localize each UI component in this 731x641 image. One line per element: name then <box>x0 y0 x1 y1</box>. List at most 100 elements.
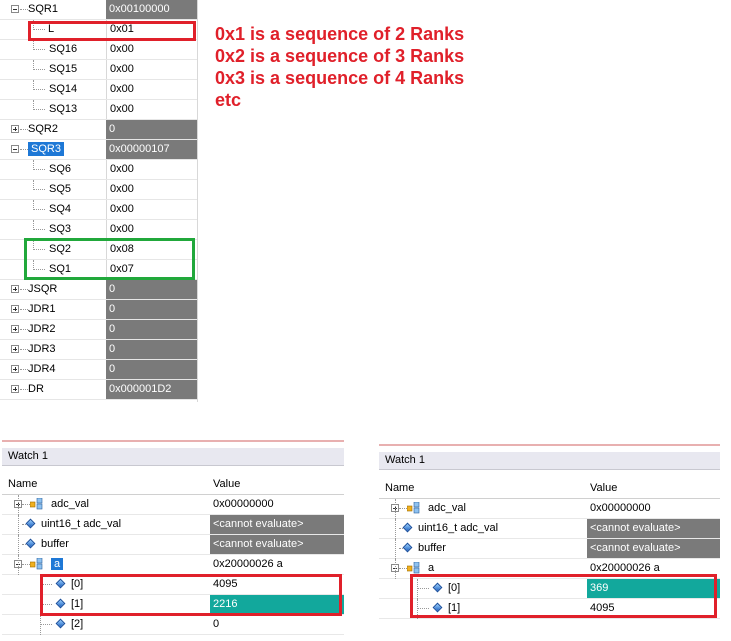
register-value[interactable]: 0 <box>106 280 197 299</box>
register-value[interactable]: 0x00 <box>106 40 197 59</box>
watch-value[interactable]: <cannot evaluate> <box>210 515 344 534</box>
watch-value[interactable]: <cannot evaluate> <box>587 539 720 558</box>
register-value[interactable]: 0x00 <box>106 100 197 119</box>
expand-icon[interactable] <box>11 285 19 293</box>
column-header[interactable]: Name Value <box>379 478 720 499</box>
watch-row[interactable]: buffer <cannot evaluate> <box>379 539 720 559</box>
register-row[interactable]: JDR3 0 <box>0 340 197 360</box>
register-value[interactable]: 0x000001D2 <box>106 380 197 399</box>
register-row[interactable]: SQ3 0x00 <box>0 220 197 240</box>
watch-value[interactable]: 0x00000000 <box>210 495 344 514</box>
watch-row[interactable]: uint16_t adc_val <cannot evaluate> <box>379 519 720 539</box>
register-row[interactable]: SQ14 0x00 <box>0 80 197 100</box>
collapse-icon[interactable] <box>11 5 19 13</box>
register-label: JDR1 <box>28 303 56 315</box>
watch-row[interactable]: buffer <cannot evaluate> <box>2 535 344 555</box>
watch-expression: [2] <box>71 618 84 630</box>
expand-icon[interactable] <box>11 305 19 313</box>
column-name: Name <box>385 482 415 494</box>
register-label: JDR3 <box>28 343 56 355</box>
expand-icon[interactable] <box>11 325 19 333</box>
register-row[interactable]: SQ16 0x00 <box>0 40 197 60</box>
register-row[interactable]: SQR1 0x00100000 <box>0 0 197 20</box>
watch-value[interactable]: 0x20000026 a <box>210 555 344 574</box>
watch-value[interactable]: <cannot evaluate> <box>210 535 344 554</box>
column-header[interactable]: Name Value <box>2 474 344 495</box>
register-label: SQ4 <box>49 203 72 215</box>
register-row[interactable]: SQ5 0x00 <box>0 180 197 200</box>
register-value[interactable]: 0x00 <box>106 220 197 239</box>
struct-icon <box>29 557 43 570</box>
register-row[interactable]: SQ6 0x00 <box>0 160 197 180</box>
watch-title-bar: Watch 1 <box>2 448 344 466</box>
register-row[interactable]: SQ13 0x00 <box>0 100 197 120</box>
register-row[interactable]: SQR2 0 <box>0 120 197 140</box>
register-row[interactable]: JDR1 0 <box>0 300 197 320</box>
register-label: SQ5 <box>49 183 72 195</box>
struct-icon <box>406 561 420 574</box>
register-value[interactable]: 0 <box>106 320 197 339</box>
watch-value[interactable]: 0x00000000 <box>587 499 720 518</box>
highlight-right-elements <box>410 574 717 618</box>
register-value[interactable]: 0x00 <box>106 80 197 99</box>
watch-expression: uint16_t adc_val <box>418 522 499 534</box>
watch-row[interactable]: adc_val 0x00000000 <box>379 499 720 519</box>
register-label: SQR1 <box>28 3 58 15</box>
watch-expression: adc_val <box>428 502 466 514</box>
note-line-2: 0x2 is a sequence of 3 Ranks <box>215 46 465 66</box>
register-value[interactable]: 0 <box>106 360 197 379</box>
register-value[interactable]: 0 <box>106 300 197 319</box>
expand-icon[interactable] <box>11 365 19 373</box>
watch-row[interactable]: a 0x20000026 a <box>2 555 344 575</box>
register-tree-panel: SQR1 0x00100000 L 0x01 SQ16 0x00 SQ15 0x00 SQ14 0… <box>0 0 198 402</box>
watch-expression: adc_val <box>51 498 89 510</box>
note-line-3: 0x3 is a sequence of 4 Ranks <box>215 68 465 88</box>
watch-value[interactable]: 0 <box>210 615 344 634</box>
variable-icon <box>402 542 413 553</box>
watch-value[interactable]: <cannot evaluate> <box>587 519 720 538</box>
watch-expression: a <box>428 562 435 574</box>
struct-icon <box>406 501 420 514</box>
variable-icon <box>55 618 66 629</box>
variable-icon <box>25 538 36 549</box>
register-label: SQ16 <box>49 43 78 55</box>
register-value[interactable]: 0x00 <box>106 180 197 199</box>
struct-icon <box>29 497 43 510</box>
register-row[interactable]: SQR3 0x00000107 <box>0 140 197 160</box>
register-row[interactable]: JDR4 0 <box>0 360 197 380</box>
register-value[interactable]: 0x00 <box>106 60 197 79</box>
register-value[interactable]: 0 <box>106 340 197 359</box>
column-name: Name <box>8 478 38 490</box>
register-value[interactable]: 0x00 <box>106 160 197 179</box>
register-row[interactable]: JSQR 0 <box>0 280 197 300</box>
register-label: SQ6 <box>49 163 72 175</box>
expand-icon[interactable] <box>11 345 19 353</box>
watch-expression: a <box>51 558 64 570</box>
register-label: SQ15 <box>49 63 78 75</box>
register-value[interactable]: 0x00 <box>106 200 197 219</box>
watch-row[interactable]: adc_val 0x00000000 <box>2 495 344 515</box>
watch-expression: buffer <box>418 542 446 554</box>
watch-row[interactable]: [2] 0 <box>2 615 344 635</box>
watch-title: Watch 1 <box>8 450 48 462</box>
register-value[interactable]: 0 <box>106 120 197 139</box>
register-value[interactable]: 0x00100000 <box>106 0 197 19</box>
watch-row[interactable]: uint16_t adc_val <cannot evaluate> <box>2 515 344 535</box>
register-label: SQ13 <box>49 103 78 115</box>
register-row[interactable]: DR 0x000001D2 <box>0 380 197 400</box>
register-label: JDR4 <box>28 363 56 375</box>
register-value[interactable]: 0x00000107 <box>106 140 197 159</box>
register-row[interactable]: JDR2 0 <box>0 320 197 340</box>
watch-title: Watch 1 <box>385 454 425 466</box>
highlight-l-field <box>28 21 196 41</box>
collapse-icon[interactable] <box>11 145 19 153</box>
expand-icon[interactable] <box>11 125 19 133</box>
register-label: SQ14 <box>49 83 78 95</box>
expand-icon[interactable] <box>11 385 19 393</box>
register-row[interactable]: SQ4 0x00 <box>0 200 197 220</box>
variable-icon <box>402 522 413 533</box>
highlight-left-elements <box>40 574 342 616</box>
watch-title-bar: Watch 1 <box>379 452 720 470</box>
column-value: Value <box>590 482 618 494</box>
register-row[interactable]: SQ15 0x00 <box>0 60 197 80</box>
